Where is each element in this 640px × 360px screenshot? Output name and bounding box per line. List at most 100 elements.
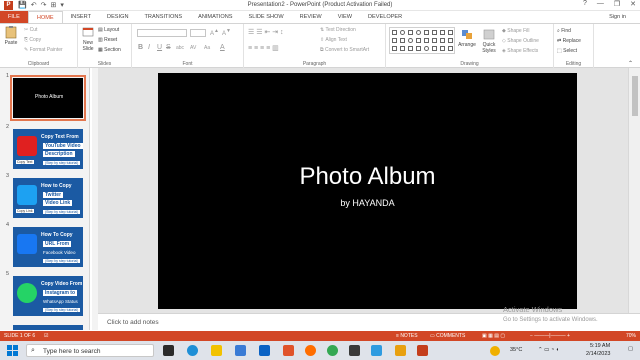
slide-number: 3 xyxy=(6,173,10,179)
current-slide[interactable]: Photo Album by HAYANDA xyxy=(158,73,577,309)
convert-smartart-button[interactable]: ⧉ Convert to SmartArt xyxy=(320,47,369,53)
align-text-button[interactable]: ⇳ Align Text xyxy=(320,37,347,43)
comments-button[interactable]: ▭ COMMENTS xyxy=(430,331,465,341)
slide-thumbnail[interactable]: Copy Video From Instagram to WhatsApp St… xyxy=(13,276,83,316)
taskbar-search-box[interactable]: ⌕ Type here to search xyxy=(26,344,154,357)
windows-start-icon[interactable] xyxy=(7,345,18,356)
quick-styles-icon xyxy=(483,29,495,40)
notes-placeholder[interactable]: Click to add notes xyxy=(107,319,159,326)
tab-review[interactable]: REVIEW xyxy=(292,11,330,23)
strikethrough-button[interactable]: S xyxy=(166,44,171,51)
zoom-slider[interactable]: − ———|——— + xyxy=(530,331,570,341)
clipboard-group: Paste ✂ Cut ⎘ Copy ✎ Format Painter Clip… xyxy=(0,24,78,68)
slide-title[interactable]: Photo Album xyxy=(158,163,577,191)
vertical-scrollbar[interactable] xyxy=(628,68,640,313)
underline-button[interactable]: U xyxy=(157,44,162,51)
bullets-icon[interactable]: ☰ ☰ ⇤ ⇥ ↕ xyxy=(248,28,284,36)
clock-date[interactable]: 2/14/2023 xyxy=(586,351,610,357)
collapse-ribbon-icon[interactable]: ⌃ xyxy=(628,60,633,67)
activate-windows-watermark: Activate Windows xyxy=(503,305,563,314)
help-icon[interactable]: ? xyxy=(583,0,587,8)
slide-number: 2 xyxy=(6,124,10,130)
section-button[interactable]: ▦ Section xyxy=(98,47,121,53)
copy-button[interactable]: ⎘ Copy xyxy=(24,37,41,43)
find-button[interactable]: ⌕ Find xyxy=(557,28,571,34)
change-case-button[interactable]: Aa xyxy=(204,45,210,51)
slide-thumbnail[interactable]: How To Copy URL From Facebook Video (Ste… xyxy=(13,227,83,267)
restore-button[interactable]: ❐ xyxy=(614,0,620,8)
clock-time[interactable]: 5:19 AM xyxy=(590,343,610,349)
notes-button[interactable]: ≡ NOTES xyxy=(396,331,418,341)
app-icon[interactable] xyxy=(371,345,382,356)
paragraph-group: ☰ ☰ ⇤ ⇥ ↕ ≡ ≡ ≡ ≡ ▥ ⇅ Text Direction ⇳ A… xyxy=(244,24,386,68)
bold-button[interactable]: B xyxy=(138,44,143,51)
reset-button[interactable]: ▥ Reset xyxy=(98,37,117,43)
new-slide-button[interactable]: New Slide xyxy=(79,26,97,52)
tab-animations[interactable]: ANIMATIONS xyxy=(190,11,240,23)
shapes-gallery[interactable] xyxy=(389,27,455,54)
powerpoint-taskbar-icon[interactable] xyxy=(417,345,428,356)
chrome-icon[interactable] xyxy=(327,345,338,356)
select-button[interactable]: ⬚ Select xyxy=(557,48,577,54)
tray-icons[interactable]: ⌃ ▭ ◔ ◖ xyxy=(538,347,559,353)
status-bar: SLIDE 1 OF 6 ☑ ≡ NOTES ▭ COMMENTS ▣ ▦ ▤ … xyxy=(0,331,640,341)
tab-developer[interactable]: DEVELOPER xyxy=(360,11,410,23)
cut-button[interactable]: ✂ Cut xyxy=(24,27,37,33)
font-name-combobox[interactable] xyxy=(137,29,187,39)
shadow-button[interactable]: abc xyxy=(176,45,184,51)
app-icon[interactable] xyxy=(395,345,406,356)
file-explorer-icon[interactable] xyxy=(211,345,222,356)
slide-thumbnail-selected[interactable]: Photo Album xyxy=(10,75,86,121)
spellcheck-icon[interactable]: ☑ xyxy=(44,331,48,341)
editing-group: ⌕ Find ⇄ Replace ⬚ Select Editing xyxy=(554,24,594,68)
slides-label: Slides xyxy=(97,61,112,67)
tab-transitions[interactable]: TRANSITIONS xyxy=(136,11,190,23)
shape-effects-button[interactable]: ◈ Shape Effects xyxy=(502,48,538,54)
slide-thumbnail[interactable] xyxy=(13,325,83,330)
store-icon[interactable] xyxy=(235,345,246,356)
format-painter-button[interactable]: ✎ Format Painter xyxy=(24,47,63,53)
sign-in-link[interactable]: Sign in xyxy=(609,14,626,20)
slide-thumbnail[interactable]: How to Copy Twitter Video Link (Step by … xyxy=(13,178,83,218)
slide-count: SLIDE 1 OF 6 xyxy=(4,333,36,339)
shape-outline-button[interactable]: ◇ Shape Outline xyxy=(502,38,539,44)
notification-icon[interactable]: ▢ xyxy=(628,346,633,352)
window-title: Presentation2 - PowerPoint (Product Acti… xyxy=(247,2,393,8)
scrollbar-thumb[interactable] xyxy=(632,76,638,116)
close-button[interactable]: ✕ xyxy=(630,0,636,8)
tab-home[interactable]: HOME xyxy=(27,11,63,23)
app-icon[interactable] xyxy=(283,345,294,356)
tab-insert[interactable]: INSERT xyxy=(63,11,99,23)
firefox-icon[interactable] xyxy=(305,345,316,356)
shrink-font-icon[interactable]: A▼ xyxy=(222,28,231,37)
temperature[interactable]: 35°C xyxy=(510,347,522,353)
quick-styles-button[interactable]: Quick Styles xyxy=(478,28,500,54)
character-spacing-button[interactable]: AV xyxy=(190,45,196,51)
minimize-button[interactable]: — xyxy=(597,0,604,8)
replace-button[interactable]: ⇄ Replace xyxy=(557,38,581,44)
app-icon[interactable] xyxy=(349,345,360,356)
weather-icon[interactable] xyxy=(490,346,500,356)
text-direction-button[interactable]: ⇅ Text Direction xyxy=(320,27,356,33)
align-icons[interactable]: ≡ ≡ ≡ ≡ ▥ xyxy=(248,44,279,52)
italic-button[interactable]: I xyxy=(148,44,150,51)
tab-file[interactable]: FILE xyxy=(0,11,28,23)
paste-button[interactable]: Paste xyxy=(2,26,20,46)
tab-view[interactable]: VIEW xyxy=(330,11,360,23)
task-view-icon[interactable] xyxy=(163,345,174,356)
layout-button[interactable]: ▤ Layout xyxy=(98,27,119,33)
zoom-level[interactable]: 70% xyxy=(626,331,636,341)
tab-slide-show[interactable]: SLIDE SHOW xyxy=(241,11,292,23)
grow-font-icon[interactable]: A▲ xyxy=(210,28,219,37)
slide-thumbnails-pane: 1 Photo Album 2 Copy Text From YouTube V… xyxy=(0,68,90,330)
shape-fill-button[interactable]: ◆ Shape Fill xyxy=(502,28,529,34)
edge-icon[interactable] xyxy=(187,345,198,356)
font-color-button[interactable]: A xyxy=(220,44,225,51)
font-size-combobox[interactable] xyxy=(190,29,206,39)
view-buttons[interactable]: ▣ ▦ ▤ ▢ xyxy=(482,331,505,341)
slide-subtitle[interactable]: by HAYANDA xyxy=(158,198,577,208)
arrange-button[interactable]: Arrange xyxy=(456,28,478,48)
tab-design[interactable]: DESIGN xyxy=(99,11,136,23)
mail-icon[interactable] xyxy=(259,345,270,356)
slide-thumbnail[interactable]: Copy Text From YouTube Video Description… xyxy=(13,129,83,169)
